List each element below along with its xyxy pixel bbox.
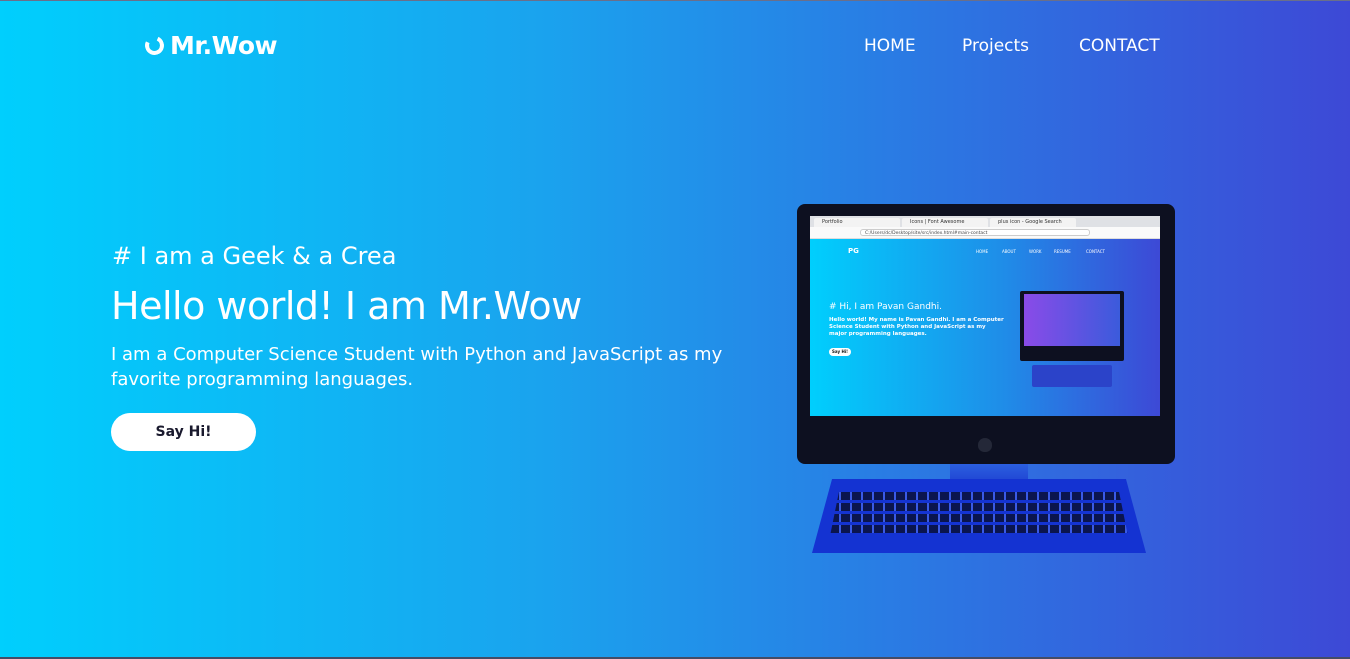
- inner-nav-item: ABOUT: [1002, 249, 1016, 254]
- hero-description: I am a Computer Science Student with Pyt…: [111, 344, 723, 390]
- nav-home-link[interactable]: HOME: [864, 36, 916, 56]
- browser-tab: Icons | Font Awesome: [902, 218, 988, 227]
- inner-logo: PG: [848, 247, 859, 255]
- keyboard-keys: [830, 492, 1128, 536]
- browser-address-bar: C:/Users/dc/Desktop/site/src/index.html#…: [810, 227, 1160, 239]
- inner-text: Hello world! My name is Pavan Gandhi. I …: [829, 317, 1004, 337]
- mini-monitor: [1020, 291, 1124, 361]
- nav-contact-link[interactable]: CONTACT: [1079, 36, 1160, 56]
- monitor-screen: Portfolio Icons | Font Awesome plus icon…: [810, 216, 1160, 416]
- inner-page: PG HOME ABOUT WORK RESUME CONTACT # Hi, …: [810, 239, 1160, 416]
- nav-projects-link[interactable]: Projects: [962, 36, 1029, 56]
- inner-nav-item: HOME: [976, 249, 989, 254]
- inner-nav-item: WORK: [1029, 249, 1042, 254]
- inner-nav-item: CONTACT: [1086, 249, 1105, 254]
- inner-nav-item: RESUME: [1054, 249, 1071, 254]
- hero-tagline: # I am a Geek & a Crea: [112, 242, 397, 270]
- main-nav: HOME Projects CONTACT: [0, 36, 1350, 60]
- say-hi-button[interactable]: Say Hi!: [111, 413, 256, 451]
- inner-title: # Hi, I am Pavan Gandhi.: [829, 302, 942, 312]
- browser-tab: plus icon - Google Search: [990, 218, 1076, 227]
- hero-title: Hello world! I am Mr.Wow: [111, 284, 582, 328]
- browser-tab: Portfolio: [814, 218, 900, 227]
- monitor-illustration: Portfolio Icons | Font Awesome plus icon…: [797, 204, 1175, 464]
- apple-logo-icon: [978, 438, 992, 452]
- mini-keyboard: [1032, 365, 1112, 387]
- mini-monitor-screen: [1024, 294, 1120, 346]
- top-border: [0, 0, 1350, 1]
- browser-tab-bar: Portfolio Icons | Font Awesome plus icon…: [810, 216, 1160, 227]
- browser-url: C:/Users/dc/Desktop/site/src/index.html#…: [860, 229, 1090, 236]
- inner-button: Say Hi!: [829, 348, 851, 356]
